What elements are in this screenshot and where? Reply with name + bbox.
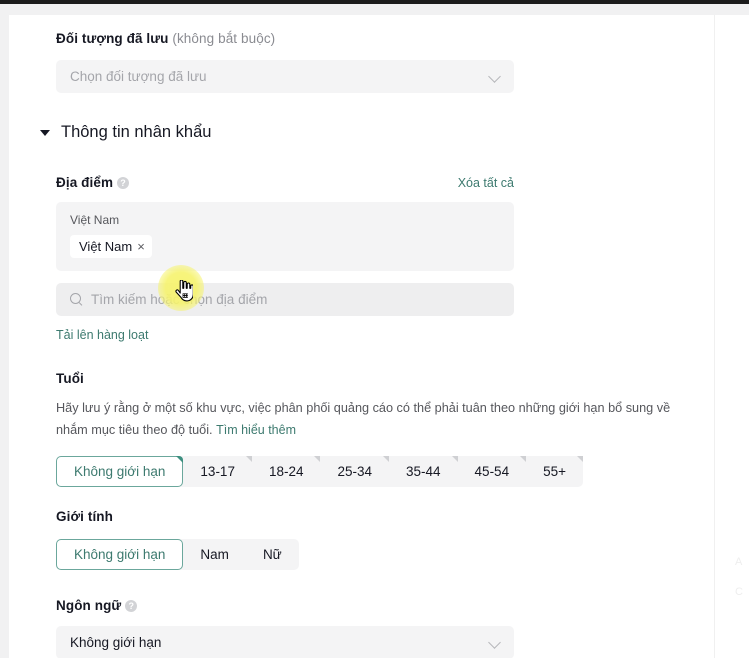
audience-targeting-form: Đối tượng đã lưu (không bắt buộc) Chọn đ…	[9, 15, 714, 658]
bulk-upload-link[interactable]: Tải lên hàng loạt	[56, 328, 514, 342]
saved-audience-field: Đối tượng đã lưu (không bắt buộc) Chọn đ…	[56, 31, 514, 93]
demographics-section-header[interactable]: Thông tin nhân khẩu	[40, 123, 211, 142]
age-option-unlimited[interactable]: Không giới hạn	[56, 455, 184, 487]
gender-option-male-label: Nam	[200, 547, 229, 562]
search-icon	[70, 293, 83, 306]
age-option-13-17[interactable]: 13-17	[183, 455, 252, 487]
gender-option-unlimited[interactable]: Không giới hạn	[56, 539, 184, 570]
chevron-down-icon	[489, 70, 502, 83]
location-chip-label: Việt Nam	[79, 239, 133, 254]
caret-down-icon	[40, 129, 50, 136]
age-option-18-24[interactable]: 18-24	[252, 455, 321, 487]
language-select[interactable]: Không giới hạn	[56, 626, 514, 658]
age-option-35-44-label: 35-44	[406, 463, 441, 479]
age-option-unlimited-label: Không giới hạn	[74, 463, 166, 479]
gender-field: Giới tính Không giới hạn Nam Nữ	[56, 509, 299, 570]
selected-locations-panel: Việt Nam Việt Nam ×	[56, 202, 514, 271]
age-option-35-44[interactable]: 35-44	[389, 455, 458, 487]
age-option-18-24-label: 18-24	[268, 463, 304, 479]
age-option-55-plus-label: 55+	[543, 463, 566, 479]
location-label-row: Địa điểm? Xóa tất cả	[56, 175, 514, 190]
left-gutter	[0, 15, 9, 658]
edge-ghost-glyph-upper: A	[735, 556, 743, 568]
age-field: Tuổi Hãy lưu ý rằng ở một số khu vực, vi…	[56, 371, 690, 487]
saved-audience-optional-note: (không bắt buộc)	[172, 31, 276, 46]
age-option-25-34[interactable]: 25-34	[320, 455, 389, 487]
chevron-down-icon	[489, 636, 502, 649]
saved-audience-placeholder: Chọn đối tượng đã lưu	[70, 69, 207, 84]
location-group-name: Việt Nam	[70, 213, 120, 227]
age-segmented-control: Không giới hạn 13-17 18-24 25-34 35-44 4…	[56, 455, 583, 487]
saved-audience-label-text: Đối tượng đã lưu	[56, 31, 169, 46]
window-top-band	[0, 4, 749, 15]
edge-ghost-glyph-lower: C	[735, 586, 743, 598]
saved-audience-label: Đối tượng đã lưu (không bắt buộc)	[56, 31, 514, 46]
location-label: Địa điểm?	[56, 175, 130, 190]
age-option-45-54[interactable]: 45-54	[458, 455, 527, 487]
location-label-text: Địa điểm	[56, 175, 114, 190]
demographics-section-title: Thông tin nhân khẩu	[61, 123, 212, 141]
language-label: Ngôn ngữ?	[56, 598, 514, 613]
clear-all-locations-link[interactable]: Xóa tất cả	[458, 176, 514, 190]
gender-option-female-label: Nữ	[262, 547, 282, 562]
location-search-input[interactable]: Tìm kiếm hoặc chọn địa điểm	[56, 283, 514, 316]
question-mark-icon[interactable]: ?	[117, 177, 130, 189]
age-label: Tuổi	[56, 371, 84, 386]
language-field: Ngôn ngữ? Không giới hạn	[56, 598, 514, 658]
age-option-25-34-label: 25-34	[337, 463, 373, 479]
location-chip[interactable]: Việt Nam ×	[70, 235, 152, 258]
language-selected-value: Không giới hạn	[70, 635, 162, 650]
gender-option-female[interactable]: Nữ	[246, 539, 299, 570]
age-description: Hãy lưu ý rằng ở một số khu vực, việc ph…	[56, 398, 690, 442]
age-option-45-54-label: 45-54	[474, 463, 510, 479]
location-field: Địa điểm? Xóa tất cả Việt Nam Việt Nam ×…	[56, 175, 514, 342]
age-option-13-17-label: 13-17	[200, 463, 235, 479]
question-mark-icon[interactable]: ?	[125, 600, 138, 612]
right-gutter	[714, 15, 749, 658]
gender-segmented-control: Không giới hạn Nam Nữ	[56, 539, 299, 570]
saved-audience-select[interactable]: Chọn đối tượng đã lưu	[56, 60, 514, 93]
gender-option-unlimited-label: Không giới hạn	[74, 547, 166, 562]
language-label-text: Ngôn ngữ	[56, 598, 122, 613]
location-search-placeholder: Tìm kiếm hoặc chọn địa điểm	[91, 292, 268, 307]
age-learn-more-link[interactable]: Tìm hiểu thêm	[216, 423, 296, 437]
close-icon[interactable]: ×	[137, 240, 145, 253]
age-description-text: Hãy lưu ý rằng ở một số khu vực, việc ph…	[56, 401, 671, 437]
gender-option-male[interactable]: Nam	[183, 539, 246, 570]
age-option-55-plus[interactable]: 55+	[526, 455, 583, 487]
gender-label: Giới tính	[56, 509, 113, 524]
